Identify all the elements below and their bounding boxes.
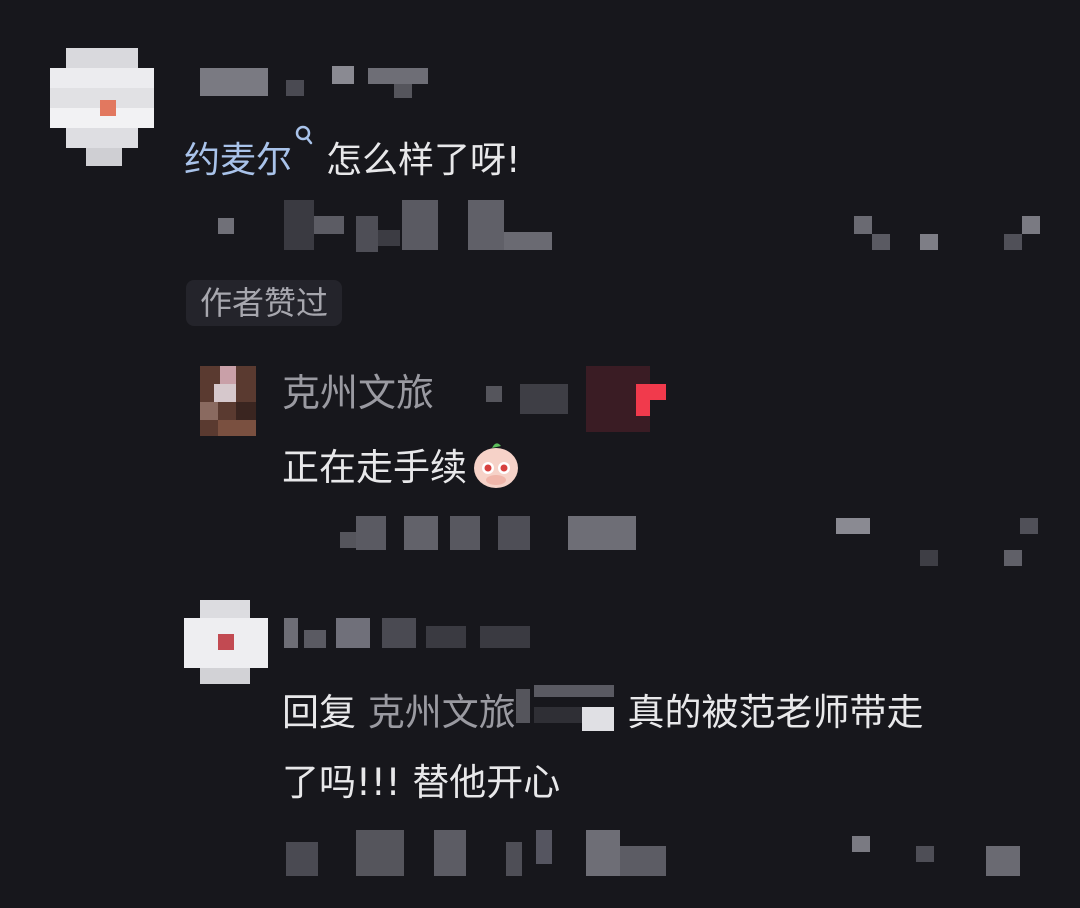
reply-body-line2: 了吗!!! 替他开心 xyxy=(282,761,561,804)
reply-meta-row-pixelated xyxy=(340,516,1040,568)
comment-meta-pixelated xyxy=(210,200,1050,252)
shy-peach-emoji-icon xyxy=(474,443,518,488)
username-pixelated[interactable] xyxy=(284,618,544,652)
reply-meta-row-pixelated xyxy=(286,826,1046,886)
author-liked-badge: 作者赞过 xyxy=(186,280,343,326)
avatar[interactable] xyxy=(50,48,154,166)
comment-text: 约麦尔 怎么样了呀! xyxy=(184,124,520,188)
search-icon[interactable] xyxy=(294,124,314,154)
reply-prefix: 回复 xyxy=(282,691,356,734)
mention-link[interactable]: 约麦尔 xyxy=(184,140,292,181)
reply-text: 回复 克州文旅 真的被范老师带走了吗!!! 替他开心 xyxy=(282,678,1052,818)
reply-target-link[interactable]: 克州文旅 xyxy=(368,691,516,734)
avatar[interactable] xyxy=(184,600,268,684)
reply-text: 正在走手续 xyxy=(282,438,521,496)
reply-body-line1: 真的被范老师带走 xyxy=(627,691,924,734)
reply-meta-pixelated xyxy=(486,366,686,434)
redacted-block xyxy=(515,685,616,731)
username-pixelated[interactable] xyxy=(200,66,452,98)
comment-body: 怎么样了呀! xyxy=(326,140,521,181)
reply-body: 正在走手续 xyxy=(282,446,467,489)
avatar[interactable] xyxy=(200,366,256,436)
reply-username[interactable]: 克州文旅 xyxy=(282,366,434,420)
